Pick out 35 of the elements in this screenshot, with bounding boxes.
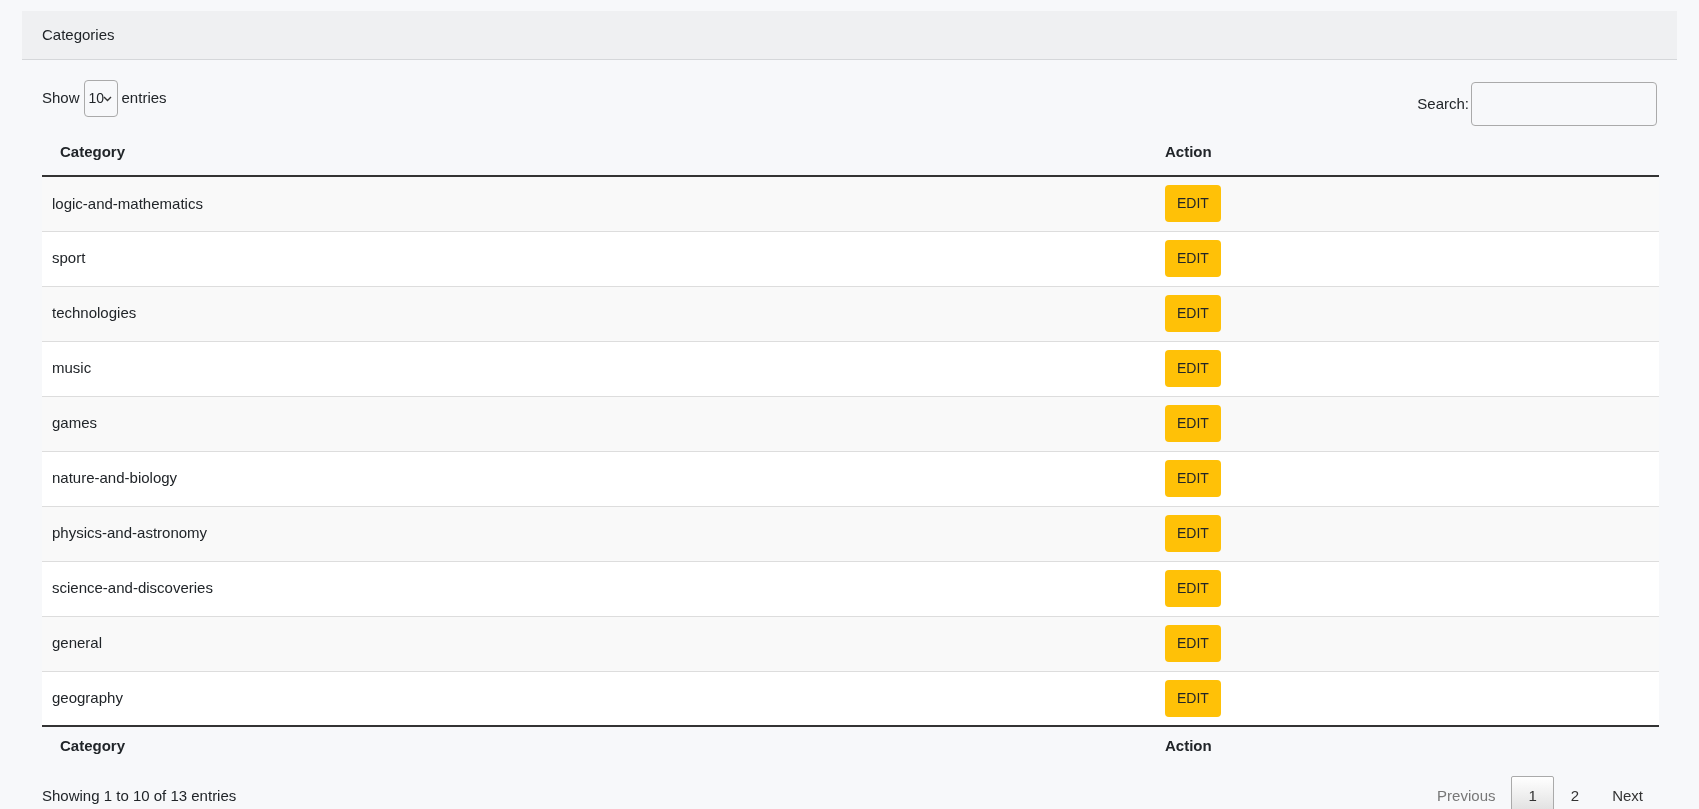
search-label: Search: [1417,93,1469,114]
table-cell: games [42,396,1165,451]
chevron-down-icon [102,96,112,102]
column-header[interactable]: Action [1165,130,1659,176]
edit-button[interactable]: EDIT [1165,405,1221,442]
table-cell: general [42,616,1165,671]
edit-button[interactable]: EDIT [1165,679,1221,717]
edit-button[interactable]: EDIT [1165,240,1221,277]
edit-button[interactable]: EDIT [1165,295,1221,332]
column-header[interactable]: Category [42,130,1165,176]
table-cell: music [42,341,1165,396]
entries-select[interactable]: 10 [83,80,118,117]
table-cell: geography [42,671,1165,726]
entries-label: entries [121,88,167,109]
table-cell: logic-and-mathematics [42,176,1165,231]
table-cell: nature-and-biology [42,451,1165,506]
edit-button[interactable]: EDIT [1165,350,1221,387]
edit-button[interactable]: EDIT [1165,185,1221,223]
table-cell: sport [42,231,1165,286]
page-link[interactable]: 1 [1511,776,1554,809]
table-cell: technologies [42,286,1165,341]
edit-button[interactable]: EDIT [1165,515,1221,552]
column-footer: Category [42,726,1165,766]
edit-button[interactable]: EDIT [1165,570,1221,607]
show-label: Show [42,88,80,109]
table-cell: physics-and-astronomy [42,506,1165,561]
card-title: Categories [42,24,115,45]
search-field[interactable] [1471,82,1657,126]
table-cell: science-and-discoveries [42,561,1165,616]
edit-button[interactable]: EDIT [1165,460,1221,497]
page-link[interactable]: 2 [1553,776,1597,809]
next-link[interactable]: Next [1596,777,1659,809]
edit-button[interactable]: EDIT [1165,625,1221,662]
column-footer: Action [1165,726,1659,766]
entries-info: Showing 1 to 10 of 13 entries [42,786,237,806]
